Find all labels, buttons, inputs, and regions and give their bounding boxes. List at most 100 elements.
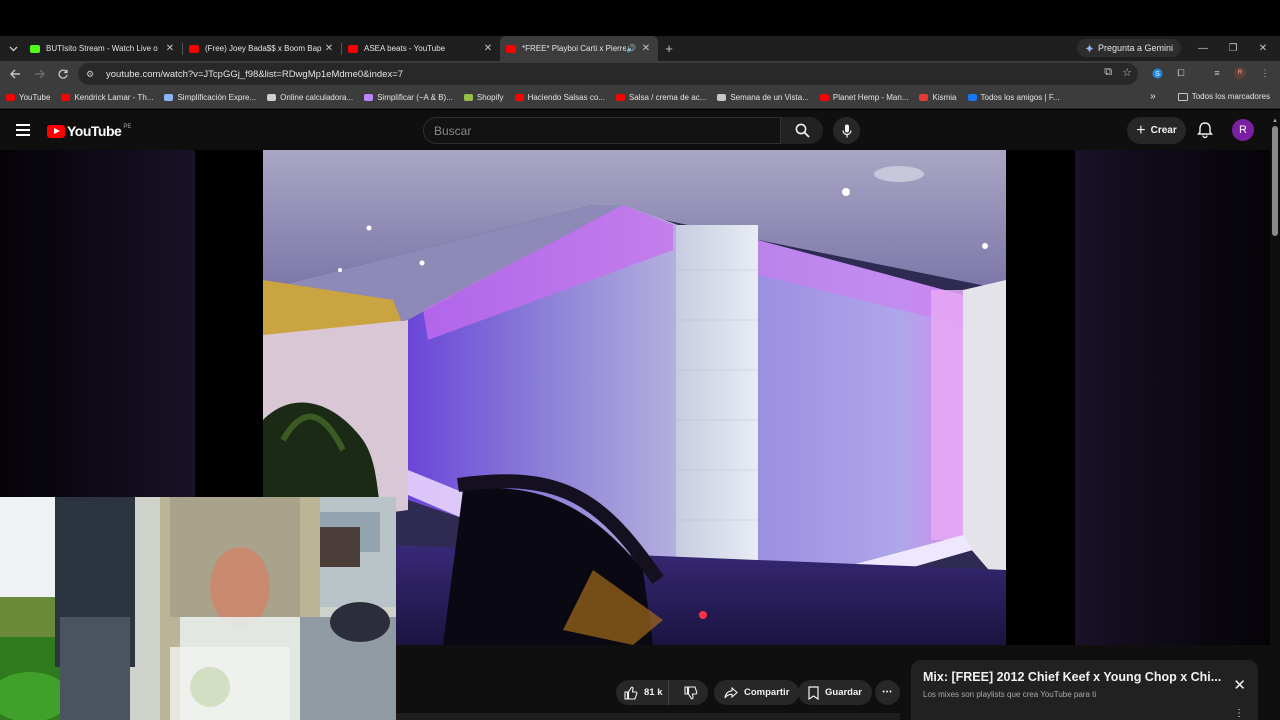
share-button[interactable]: Compartir — [714, 680, 800, 705]
tab-search-dropdown[interactable] — [2, 38, 24, 60]
more-actions-button[interactable]: ••• — [875, 680, 900, 705]
gemini-label: Pregunta a Gemini — [1098, 43, 1174, 53]
bookmark-shopify[interactable]: Shopify — [463, 93, 504, 102]
youtube-logo[interactable]: YouTube PE — [47, 123, 131, 139]
speaker-icon[interactable]: 🔊 — [626, 44, 636, 53]
bookmark-label: Semana de un Vista... — [730, 93, 809, 102]
bookmark-favicon-icon — [717, 94, 727, 101]
bookmark-favicon-icon — [61, 94, 71, 101]
back-button[interactable] — [3, 62, 27, 86]
tab-close-icon[interactable]: ✕ — [323, 43, 335, 54]
bookmark-star-icon[interactable]: ☆ — [1122, 66, 1132, 79]
kick-favicon-icon — [30, 44, 40, 53]
dislike-button[interactable] — [675, 685, 708, 700]
page-scrollbar[interactable]: ▲ — [1270, 118, 1280, 720]
svg-text:S: S — [1155, 71, 1160, 78]
account-avatar[interactable]: R — [1232, 119, 1254, 141]
close-icon[interactable]: ✕ — [1233, 676, 1246, 694]
bookmark-label: Kismia — [932, 93, 957, 102]
search-input[interactable]: Buscar — [423, 117, 781, 144]
minimize-button[interactable]: — — [1188, 36, 1218, 61]
hamburger-menu-icon[interactable] — [16, 124, 30, 136]
tab-close-icon[interactable]: ✕ — [640, 43, 652, 54]
site-info-icon[interactable]: ⚙ — [86, 69, 100, 80]
arrow-right-icon — [34, 69, 45, 79]
new-tab-button[interactable]: + — [658, 41, 680, 56]
tab-strip: BUTIsito Stream - Watch Live o ✕ (Free) … — [0, 36, 1280, 61]
thumbs-down-icon — [684, 685, 698, 699]
tab-asea-beats[interactable]: ASEA beats - YouTube ✕ — [342, 36, 500, 61]
country-code: PE — [123, 124, 132, 130]
top-black-bar — [0, 0, 1280, 36]
like-button[interactable]: 81 k — [616, 680, 669, 705]
bookmark-semana[interactable]: Semana de un Vista... — [717, 93, 809, 102]
install-app-icon[interactable]: ⧉ — [1104, 66, 1112, 79]
bookmark-label: Haciendo Salsas co... — [527, 93, 605, 102]
bookmark-salsa-crema[interactable]: Salsa / crema de ac... — [615, 93, 706, 102]
bookmarks-overflow-button[interactable]: » — [1150, 91, 1156, 102]
extensions-puzzle-icon[interactable]: ⧠ — [1174, 66, 1188, 80]
bookmark-label: Simplificar (−A & B)... — [377, 93, 453, 102]
forward-button[interactable] — [27, 62, 51, 86]
voice-search-button[interactable] — [833, 117, 860, 144]
bookmark-save-icon — [808, 685, 819, 700]
tab-playboi-carti[interactable]: *FREE* Playboi Carti x Pierre 🔊 ✕ — [500, 36, 658, 61]
scrollbar-thumb[interactable] — [1272, 126, 1278, 236]
notifications-bell-icon[interactable] — [1195, 120, 1215, 140]
more-dots-icon: ••• — [882, 689, 893, 696]
bookmark-favicon-icon — [6, 94, 15, 101]
bookmark-favicon-icon — [267, 94, 277, 101]
youtube-favicon-icon — [506, 44, 516, 53]
bookmark-facebook[interactable]: Todos los amigos | F... — [967, 93, 1060, 102]
profile-avatar-button[interactable]: R — [1233, 66, 1247, 80]
tab-title: ASEA beats - YouTube — [364, 44, 446, 53]
media-controls-icon[interactable]: ≡ — [1210, 66, 1224, 80]
bookmark-label: YouTube — [19, 93, 51, 102]
mix-title[interactable]: Mix: [FREE] 2012 Chief Keef x Young Chop… — [923, 670, 1221, 684]
tab-title: *FREE* Playboi Carti x Pierre — [522, 44, 627, 53]
reload-button[interactable] — [51, 62, 75, 86]
url-text[interactable]: youtube.com/watch?v=JTcpGGj_f98&list=RDw… — [106, 69, 403, 80]
tab-close-icon[interactable]: ✕ — [482, 43, 494, 54]
tab-kick-stream[interactable]: BUTIsito Stream - Watch Live o ✕ — [24, 36, 182, 61]
bookmark-haciendo-salsas[interactable]: Haciendo Salsas co... — [514, 93, 605, 102]
bookmark-youtube[interactable]: YouTube — [6, 93, 50, 102]
extension-shield-icon[interactable]: S — [1150, 66, 1164, 80]
mix-subtitle: Los mixes son playlists que crea YouTube… — [923, 690, 1097, 699]
all-bookmarks-label[interactable]: Todos los marcadores — [1192, 92, 1270, 101]
bookmark-simplificacion[interactable]: Simplificación Expre... — [164, 93, 256, 102]
tab-joey-badass[interactable]: (Free) Joey Bada$$ x Boom Bap ✕ — [183, 36, 341, 61]
youtube-wordmark: YouTube — [67, 123, 122, 139]
scroll-up-arrow-icon[interactable]: ▲ — [1272, 118, 1278, 124]
bookmark-kismia[interactable]: Kismia — [919, 93, 957, 102]
restore-button[interactable]: ❐ — [1218, 36, 1248, 61]
arrow-left-icon — [9, 69, 20, 79]
youtube-favicon-icon — [348, 44, 358, 53]
close-window-button[interactable]: ✕ — [1248, 36, 1278, 61]
bookmark-simplificar[interactable]: Simplificar (−A & B)... — [364, 93, 453, 102]
thumbs-up-icon — [624, 686, 638, 700]
bookmarks-right: » Todos los marcadores — [1150, 91, 1270, 102]
bookmark-favicon-icon — [463, 94, 473, 101]
bookmark-kendrick[interactable]: Kendrick Lamar - Th... — [61, 93, 153, 102]
save-button[interactable]: Guardar — [798, 680, 872, 705]
tab-title: (Free) Joey Bada$$ x Boom Bap — [205, 44, 322, 53]
gemini-button[interactable]: Pregunta a Gemini — [1077, 39, 1182, 57]
chevron-down-icon — [9, 46, 17, 51]
create-button[interactable]: + Crear — [1127, 117, 1186, 144]
mix-playlist-panel[interactable]: Mix: [FREE] 2012 Chief Keef x Young Chop… — [911, 660, 1258, 720]
bookmark-calculadora[interactable]: Online calculadora... — [267, 93, 353, 102]
like-dislike-segmented-button[interactable]: 81 k — [616, 680, 708, 705]
folder-icon — [1177, 92, 1188, 101]
omnibox[interactable]: ⚙ youtube.com/watch?v=JTcpGGj_f98&list=R… — [78, 63, 1138, 85]
bookmark-favicon-icon — [919, 94, 929, 101]
youtube-favicon-icon — [189, 44, 199, 53]
search-button[interactable] — [781, 117, 823, 144]
bookmark-planet-hemp[interactable]: Planet Hemp - Man... — [819, 93, 909, 102]
like-count: 81 k — [644, 687, 663, 698]
chrome-menu-icon[interactable]: ⋮ — [1258, 66, 1272, 80]
tab-close-icon[interactable]: ✕ — [164, 43, 176, 54]
profile-initial: R — [1234, 67, 1246, 79]
mix-menu-icon[interactable]: ⋮ — [1234, 708, 1244, 719]
bookmark-label: Planet Hemp - Man... — [832, 93, 909, 102]
